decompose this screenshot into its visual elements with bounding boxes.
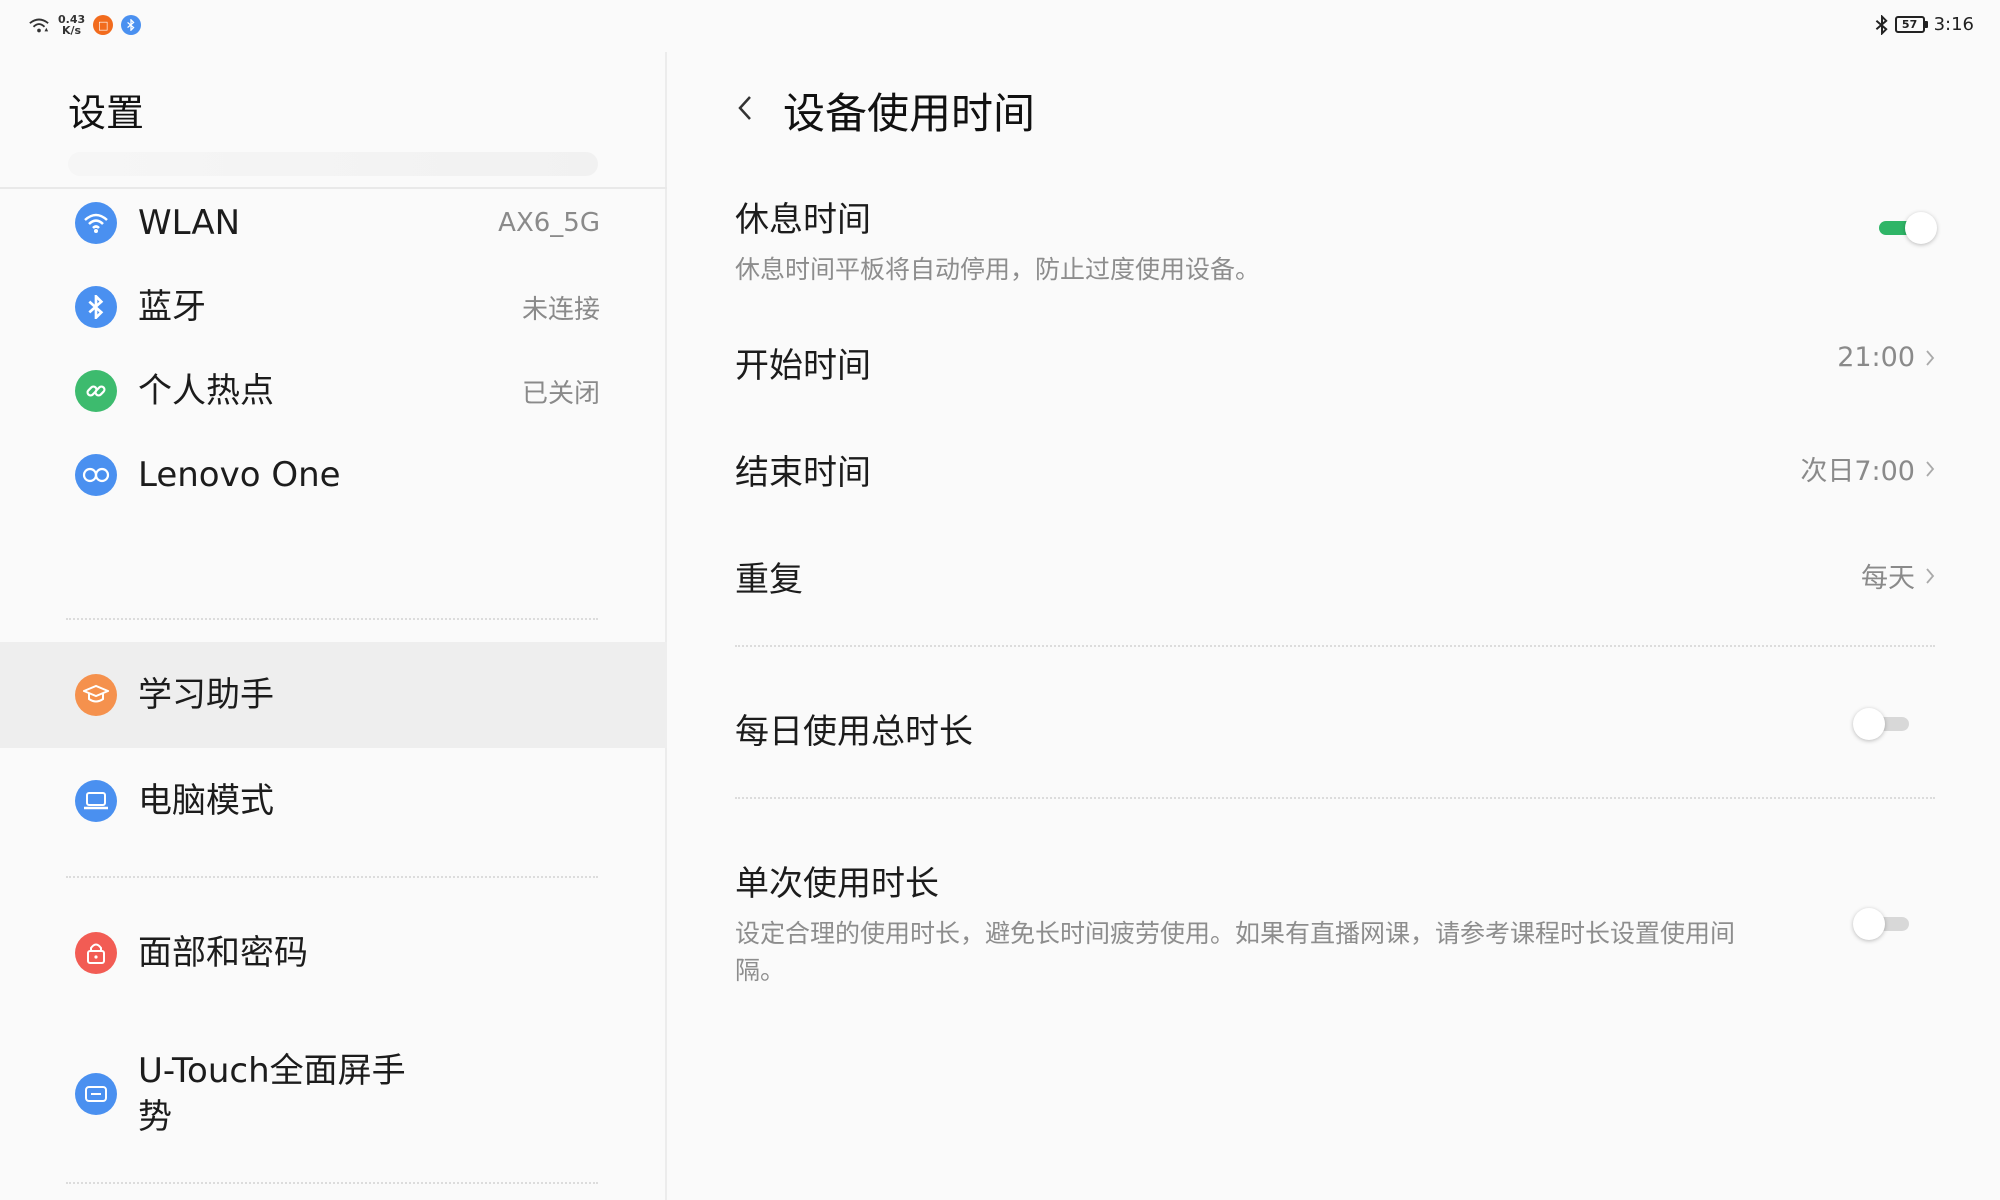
single-use-row[interactable]: 单次使用时长 设定合理的使用时长，避免长时间疲劳使用。如果有直播网课，请参考课程… [735, 856, 1935, 1006]
net-speed-unit: K/s [62, 24, 82, 37]
status-bar: 0.43 K/s □ 57 3:16 [0, 0, 2000, 52]
toggle-knob [1905, 212, 1937, 244]
sidebar-item-label: 蓝牙 [138, 287, 206, 327]
daily-total-title: 每日使用总时长 [735, 712, 973, 752]
repeat-row[interactable]: 重复 每天 [735, 552, 1935, 632]
sidebar-divider [66, 618, 598, 620]
bluetooth-notification-icon [121, 15, 142, 35]
start-time-value: 21:00 [1837, 342, 1915, 373]
device-usage-time-panel: 设备使用时间 休息时间 休息时间平板将自动停用，防止过度使用设备。 开始时间 2… [669, 52, 2000, 1200]
sidebar-item-study-assistant[interactable]: 学习助手 [0, 642, 667, 748]
end-time-value: 次日7:00 [1800, 456, 1915, 487]
single-use-toggle[interactable] [1853, 906, 1913, 942]
graduation-cap-icon [75, 674, 117, 716]
back-button[interactable] [725, 88, 765, 128]
chevron-left-icon [738, 96, 751, 120]
sidebar-divider [66, 876, 598, 878]
status-right: 57 3:16 [1875, 14, 1974, 35]
chevron-right-icon [1926, 567, 1935, 584]
sidebar-item-label: 个人热点 [138, 371, 274, 411]
sidebar-item-value: AX6_5G [498, 208, 600, 238]
sidebar-item-value: 未连接 [521, 294, 600, 325]
toggle-knob [1853, 708, 1885, 740]
sidebar-item-u-touch[interactable]: U-Touch全面屏手势 [0, 1034, 667, 1154]
rest-time-toggle[interactable] [1875, 210, 1937, 246]
sidebar-item-value: 已关闭 [521, 378, 600, 409]
network-speed: 0.43 K/s [58, 14, 85, 36]
app-notification-icon: □ [93, 15, 114, 35]
rest-time-title: 休息时间 [735, 200, 871, 240]
end-time-row[interactable]: 结束时间 次日7:00 [735, 445, 1935, 525]
end-time-title: 结束时间 [735, 453, 871, 493]
rest-time-row[interactable]: 休息时间 休息时间平板将自动停用，防止过度使用设备。 [735, 192, 1937, 302]
toggle-knob [1853, 908, 1885, 940]
section-divider [735, 645, 1935, 647]
sidebar-item-label: WLAN [138, 203, 241, 243]
status-left: 0.43 K/s □ [28, 14, 142, 36]
gesture-icon [75, 1073, 117, 1115]
single-use-title: 单次使用时长 [735, 864, 939, 904]
single-use-subtitle: 设定合理的使用时长，避免长时间疲劳使用。如果有直播网课，请参考课程时长设置使用间… [735, 919, 1736, 985]
battery-indicator: 57 [1894, 16, 1928, 33]
sidebar-item-label: Lenovo One [138, 455, 341, 495]
start-time-title: 开始时间 [735, 346, 871, 386]
battery-level: 57 [1894, 16, 1925, 33]
start-time-value-group: 21:00 [1837, 342, 1935, 373]
lock-icon [75, 932, 117, 974]
wifi-icon [75, 202, 117, 244]
chevron-right-icon [1926, 349, 1935, 366]
bluetooth-status-icon [1875, 14, 1888, 35]
settings-sidebar: 设置 WLAN AX6_5G 蓝牙 未连接 个人热点 已关闭 Lenovo On… [0, 52, 667, 1200]
end-time-value-group: 次日7:00 [1800, 449, 1935, 488]
sidebar-item-lenovo-one[interactable]: Lenovo One [0, 422, 667, 528]
start-time-row[interactable]: 开始时间 21:00 [735, 338, 1935, 418]
sidebar-item-label: 电脑模式 [138, 781, 274, 821]
wifi-signal-icon [29, 18, 49, 33]
daily-total-toggle[interactable] [1853, 706, 1913, 742]
repeat-value-group: 每天 [1861, 556, 1935, 595]
sidebar-item-label: 学习助手 [138, 675, 274, 715]
sidebar-divider [66, 1182, 598, 1184]
sidebar-item-face-password[interactable]: 面部和密码 [0, 900, 667, 1006]
battery-tip [1924, 21, 1928, 28]
page-title: 设备使用时间 [783, 89, 1036, 138]
sidebar-item-label: 面部和密码 [138, 933, 308, 973]
link-icon [75, 370, 117, 412]
rest-time-subtitle: 休息时间平板将自动停用，防止过度使用设备。 [735, 255, 1261, 284]
clock: 3:16 [1933, 14, 1974, 35]
daily-total-row[interactable]: 每日使用总时长 [735, 704, 1935, 784]
sidebar-item-pc-mode[interactable]: 电脑模式 [0, 748, 667, 854]
bluetooth-icon [75, 286, 117, 328]
sidebar-title: 设置 [68, 91, 145, 135]
repeat-title: 重复 [735, 560, 803, 600]
laptop-icon [75, 780, 117, 822]
section-divider [735, 797, 1935, 799]
repeat-value: 每天 [1861, 563, 1915, 594]
infinity-icon [75, 454, 117, 496]
sidebar-item-label: U-Touch全面屏手势 [138, 1051, 406, 1137]
chevron-right-icon [1926, 460, 1935, 477]
